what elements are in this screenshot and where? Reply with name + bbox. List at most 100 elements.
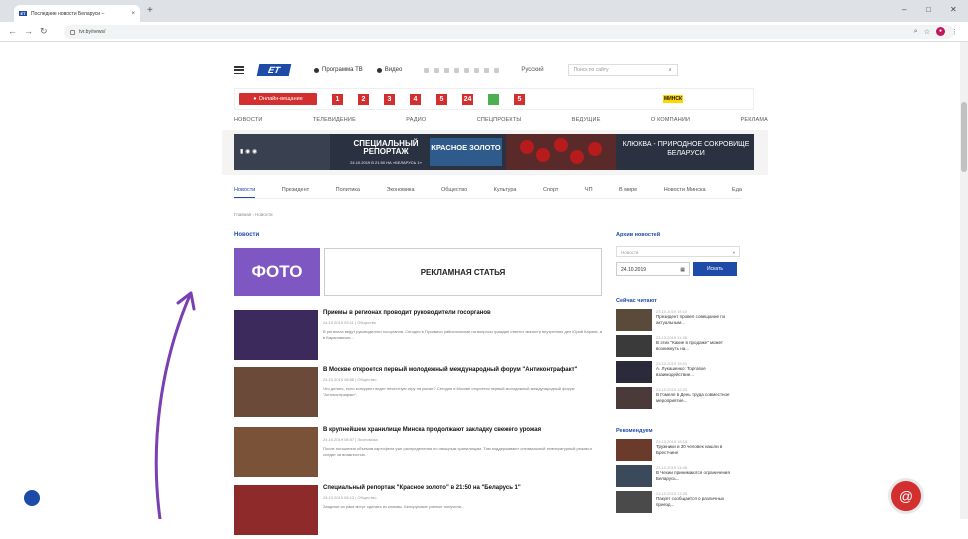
- breadcrumb[interactable]: Главная › Новости: [234, 212, 273, 217]
- news-archive: Архив новостей Новости ▾ 24.10.2019 ▦ Иска…: [616, 232, 742, 276]
- cranberry-image: [506, 134, 616, 170]
- cat-incidents[interactable]: ЧП: [585, 187, 593, 198]
- maximize-button[interactable]: □: [926, 5, 931, 14]
- reading-item[interactable]: 23.10.2019 15:10 Президент провел совещан…: [616, 309, 742, 333]
- channel-5-radio[interactable]: 5: [514, 93, 525, 105]
- tab-close-icon[interactable]: ×: [131, 11, 135, 17]
- banner-center-title: КРАСНОЕ ЗОЛОТО: [430, 138, 502, 166]
- page-scrollbar[interactable]: [960, 42, 968, 519]
- brand-logo[interactable]: [543, 95, 563, 103]
- social-icon[interactable]: [434, 67, 440, 73]
- tv-icon: [314, 67, 319, 73]
- url-field[interactable]: tvr.by/news/: [64, 25, 954, 39]
- nav-radio[interactable]: РАДИО: [406, 117, 426, 129]
- archive-date-input[interactable]: 24.10.2019 ▦: [616, 262, 690, 276]
- social-icon[interactable]: [464, 67, 470, 73]
- reload-icon[interactable]: ↻: [40, 26, 48, 37]
- brand-logo[interactable]: [603, 95, 623, 103]
- brand-minsk[interactable]: МИНСК: [663, 95, 683, 103]
- nav-special[interactable]: СПЕЦПРОЕКТЫ: [477, 117, 522, 129]
- language-select[interactable]: Русский: [521, 67, 543, 73]
- recommend-title: Рекомендуем: [616, 428, 653, 434]
- recommend-thumbnail: [616, 491, 652, 513]
- new-tab-button[interactable]: +: [147, 6, 153, 16]
- archive-search-button[interactable]: Искать: [693, 262, 737, 276]
- tv-program-link[interactable]: Программа ТВ: [314, 67, 363, 73]
- search-icon[interactable]: ⌕: [669, 67, 672, 73]
- scroll-thumb[interactable]: [961, 102, 967, 172]
- cat-world[interactable]: В мире: [619, 187, 637, 198]
- news-item[interactable]: В крупнейшем хранилище Минска продолжают…: [234, 427, 602, 481]
- recommend-item[interactable]: 23.10.2019 14:48 В Чехии принимаются огра…: [616, 465, 742, 489]
- cat-food[interactable]: Еда: [732, 187, 742, 198]
- online-broadcast-button[interactable]: ● Онлайн-вещание: [239, 93, 317, 105]
- url-text: tvr.by/news/: [79, 29, 106, 35]
- social-icon[interactable]: [494, 67, 500, 73]
- channel-2[interactable]: 2: [358, 93, 369, 105]
- archive-title: Архив новостей: [616, 232, 661, 238]
- cat-society[interactable]: Общество: [441, 187, 467, 198]
- news-title[interactable]: Приемы в регионах проводит руководители …: [323, 310, 602, 317]
- hamburger-icon[interactable]: [234, 66, 244, 74]
- news-item[interactable]: Специальный репортаж "Красное золото" в …: [234, 485, 602, 539]
- location-pin-icon[interactable]: [24, 490, 40, 506]
- cat-economy[interactable]: Экономика: [386, 187, 414, 198]
- news-item[interactable]: В Москве откроется первый молодежный меж…: [234, 367, 602, 421]
- channel-4[interactable]: 4: [410, 93, 421, 105]
- cat-culture[interactable]: Культура: [494, 187, 517, 198]
- cat-news[interactable]: Новости: [234, 187, 256, 198]
- lock-icon: [70, 29, 75, 35]
- calendar-icon[interactable]: ▦: [680, 267, 685, 273]
- site-logo[interactable]: ET: [256, 64, 292, 76]
- news-title[interactable]: Специальный репортаж "Красное золото" в …: [323, 485, 602, 492]
- foto-block[interactable]: ФОТО: [234, 248, 320, 296]
- nav-tv[interactable]: ТЕЛЕВИДЕНИЕ: [313, 117, 356, 129]
- archive-category-select[interactable]: Новости ▾: [616, 246, 740, 257]
- reading-item[interactable]: 23.10.2019 11:38 В этих "Какие в продаже"…: [616, 335, 742, 359]
- channel-green[interactable]: [488, 93, 499, 105]
- social-icon[interactable]: [444, 67, 450, 73]
- recommend-item[interactable]: 23.10.2019 13:25 Пакует сообщается о разл…: [616, 491, 742, 515]
- social-icon[interactable]: [484, 67, 490, 73]
- recommend-item[interactable]: 23.10.2019 15:15 Тружники и 30 человек на…: [616, 439, 742, 463]
- video-icon: [376, 67, 382, 73]
- brand-logo[interactable]: [573, 95, 593, 103]
- social-icon[interactable]: [454, 67, 460, 73]
- site-search-input[interactable]: Поиск по сайту ⌕: [567, 64, 678, 76]
- profile-avatar[interactable]: ●: [936, 27, 945, 36]
- news-title[interactable]: В крупнейшем хранилище Минска продолжают…: [323, 427, 602, 434]
- news-item[interactable]: Приемы в регионах проводит руководители …: [234, 310, 602, 364]
- zoom-icon[interactable]: ⌕: [914, 28, 918, 36]
- cat-president[interactable]: Президент: [282, 187, 309, 198]
- tab-title: Последние новости Беларуси –: [31, 10, 105, 17]
- news-title[interactable]: В Москве откроется первый молодежный меж…: [323, 367, 602, 374]
- menu-dots-icon[interactable]: ⋮: [951, 28, 958, 36]
- brand-logo[interactable]: [633, 95, 653, 103]
- social-icon[interactable]: [424, 67, 430, 73]
- bookmark-star-icon[interactable]: ☆: [924, 28, 930, 36]
- channel-24[interactable]: 24: [462, 93, 473, 105]
- forward-icon[interactable]: →: [24, 26, 33, 36]
- reading-item[interactable]: 23.10.2019 12:24 В Гомеле в День труда со…: [616, 387, 742, 411]
- nav-news[interactable]: НОВОСТИ: [234, 117, 263, 129]
- nav-about[interactable]: О КОМПАНИИ: [651, 117, 690, 129]
- channel-3[interactable]: 3: [384, 93, 395, 105]
- back-icon[interactable]: ←: [8, 26, 17, 36]
- cat-sport[interactable]: Спорт: [543, 187, 558, 198]
- tab-active[interactable]: ET Последние новости Беларуси – ×: [14, 5, 140, 22]
- reading-now: Сейчас читают 23.10.2019 15:10 Президент …: [616, 298, 742, 413]
- social-icon[interactable]: [474, 67, 480, 73]
- close-window-button[interactable]: ✕: [950, 5, 957, 14]
- nav-ads[interactable]: РЕКЛАМА: [741, 117, 768, 129]
- reading-item[interactable]: 23.10.2019 15:01 А. Лукашенко: Торговое в…: [616, 361, 742, 385]
- ad-article-block[interactable]: РЕКЛАМНАЯ СТАТЬЯ: [324, 248, 602, 296]
- promo-banner[interactable]: ▮ ◉ ◉ СПЕЦИАЛЬНЫЙ РЕПОРТАЖ 24.10.2019 В …: [234, 134, 754, 170]
- channel-5[interactable]: 5: [436, 93, 447, 105]
- cat-minsk[interactable]: Новости Минска: [664, 187, 706, 198]
- minimize-button[interactable]: –: [902, 5, 906, 14]
- chat-icon[interactable]: @: [888, 478, 924, 514]
- cat-politics[interactable]: Политика: [336, 187, 360, 198]
- channel-1[interactable]: 1: [332, 93, 343, 105]
- video-link[interactable]: Видео: [376, 67, 402, 73]
- nav-hosts[interactable]: ВЕДУЩИЕ: [572, 117, 601, 129]
